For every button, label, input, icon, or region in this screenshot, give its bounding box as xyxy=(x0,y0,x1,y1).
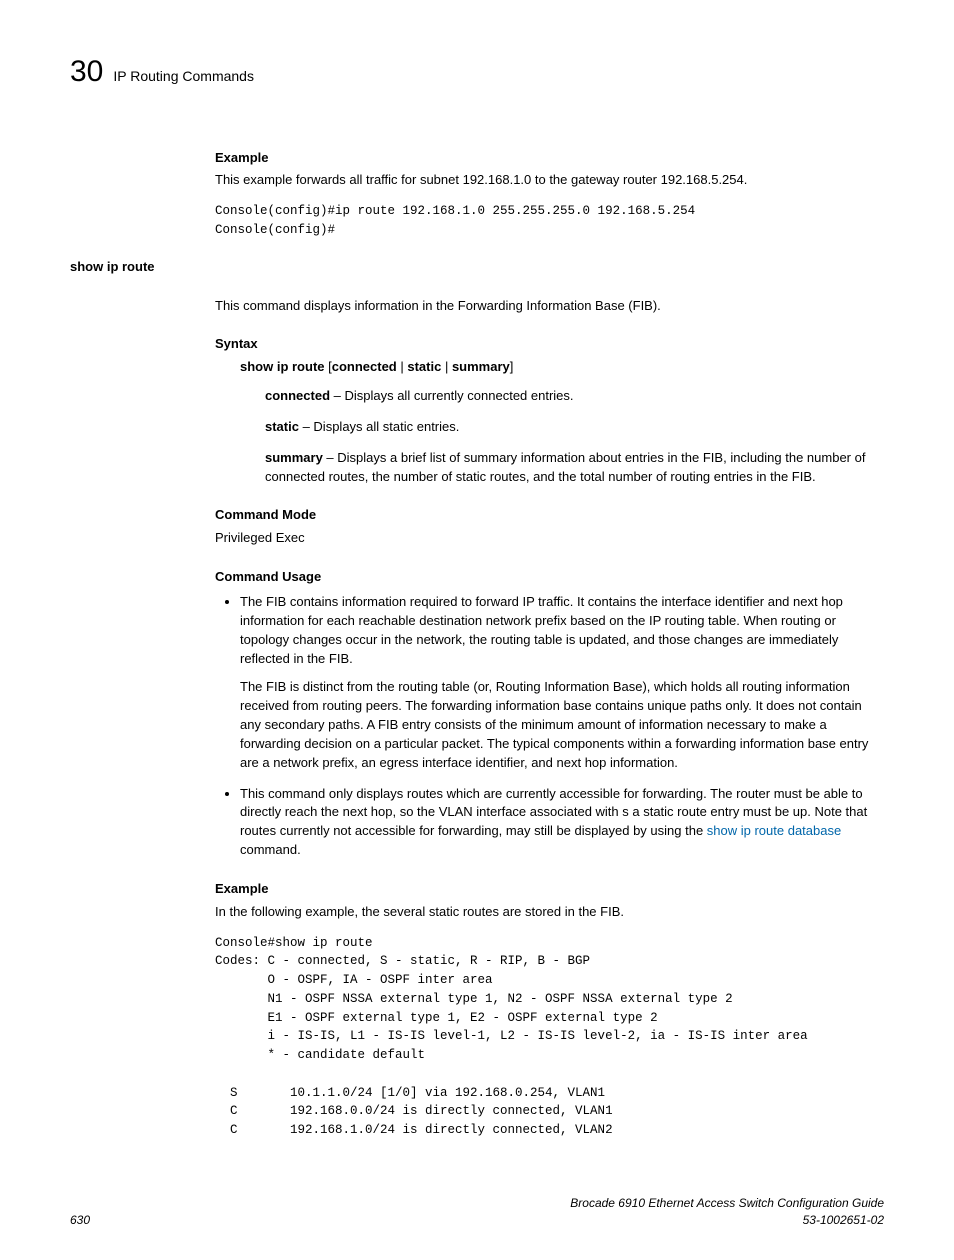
page-number: 630 xyxy=(70,1212,90,1229)
code-block: Console(config)#ip route 192.168.1.0 255… xyxy=(215,202,884,240)
doc-title: Brocade 6910 Ethernet Access Switch Conf… xyxy=(570,1195,884,1212)
syntax-block: show ip route [connected | static | summ… xyxy=(240,358,884,486)
usage-list: The FIB contains information required to… xyxy=(215,593,884,860)
syntax-heading: Syntax xyxy=(215,335,884,354)
footer-right: Brocade 6910 Ethernet Access Switch Conf… xyxy=(570,1195,884,1230)
syntax-option: static – Displays all static entries. xyxy=(265,418,884,437)
list-item: The FIB contains information required to… xyxy=(240,593,884,773)
example-heading: Example xyxy=(215,880,884,899)
cross-reference-link[interactable]: show ip route database xyxy=(707,823,841,838)
command-description: This command displays information in the… xyxy=(215,297,884,316)
syntax-text: ] xyxy=(510,359,514,374)
example-text: This example forwards all traffic for su… xyxy=(215,171,884,190)
option-desc: – Displays all static entries. xyxy=(299,419,459,434)
syntax-text: | xyxy=(397,359,408,374)
example-text: In the following example, the several st… xyxy=(215,903,884,922)
chapter-number: 30 xyxy=(70,50,103,94)
code-block: Console#show ip route Codes: C - connect… xyxy=(215,934,884,1140)
list-item: This command only displays routes which … xyxy=(240,785,884,860)
syntax-opt: summary xyxy=(452,359,510,374)
mode-heading: Command Mode xyxy=(215,506,884,525)
mode-text: Privileged Exec xyxy=(215,529,884,548)
page-header: 30 IP Routing Commands xyxy=(70,50,884,94)
syntax-text: | xyxy=(441,359,452,374)
option-desc: – Displays a brief list of summary infor… xyxy=(265,450,865,484)
syntax-text: [ xyxy=(325,359,332,374)
option-name: static xyxy=(265,419,299,434)
usage-text: The FIB is distinct from the routing tab… xyxy=(240,678,884,772)
example-heading: Example xyxy=(215,149,884,168)
doc-number: 53-1002651-02 xyxy=(570,1212,884,1229)
syntax-option: connected – Displays all currently conne… xyxy=(265,387,884,406)
main-content: Example This example forwards all traffi… xyxy=(215,149,884,1140)
option-desc: – Displays all currently connected entri… xyxy=(330,388,574,403)
syntax-opt: connected xyxy=(332,359,397,374)
page-footer: 630 Brocade 6910 Ethernet Access Switch … xyxy=(70,1195,884,1230)
usage-text: The FIB contains information required to… xyxy=(240,594,843,666)
option-name: connected xyxy=(265,388,330,403)
syntax-line: show ip route [connected | static | summ… xyxy=(240,358,884,377)
syntax-cmd: show ip route xyxy=(240,359,325,374)
usage-text: command. xyxy=(240,842,301,857)
command-title: show ip route xyxy=(70,258,884,277)
chapter-title: IP Routing Commands xyxy=(113,66,254,86)
option-name: summary xyxy=(265,450,323,465)
syntax-opt: static xyxy=(407,359,441,374)
usage-heading: Command Usage xyxy=(215,568,884,587)
syntax-option: summary – Displays a brief list of summa… xyxy=(265,449,884,487)
